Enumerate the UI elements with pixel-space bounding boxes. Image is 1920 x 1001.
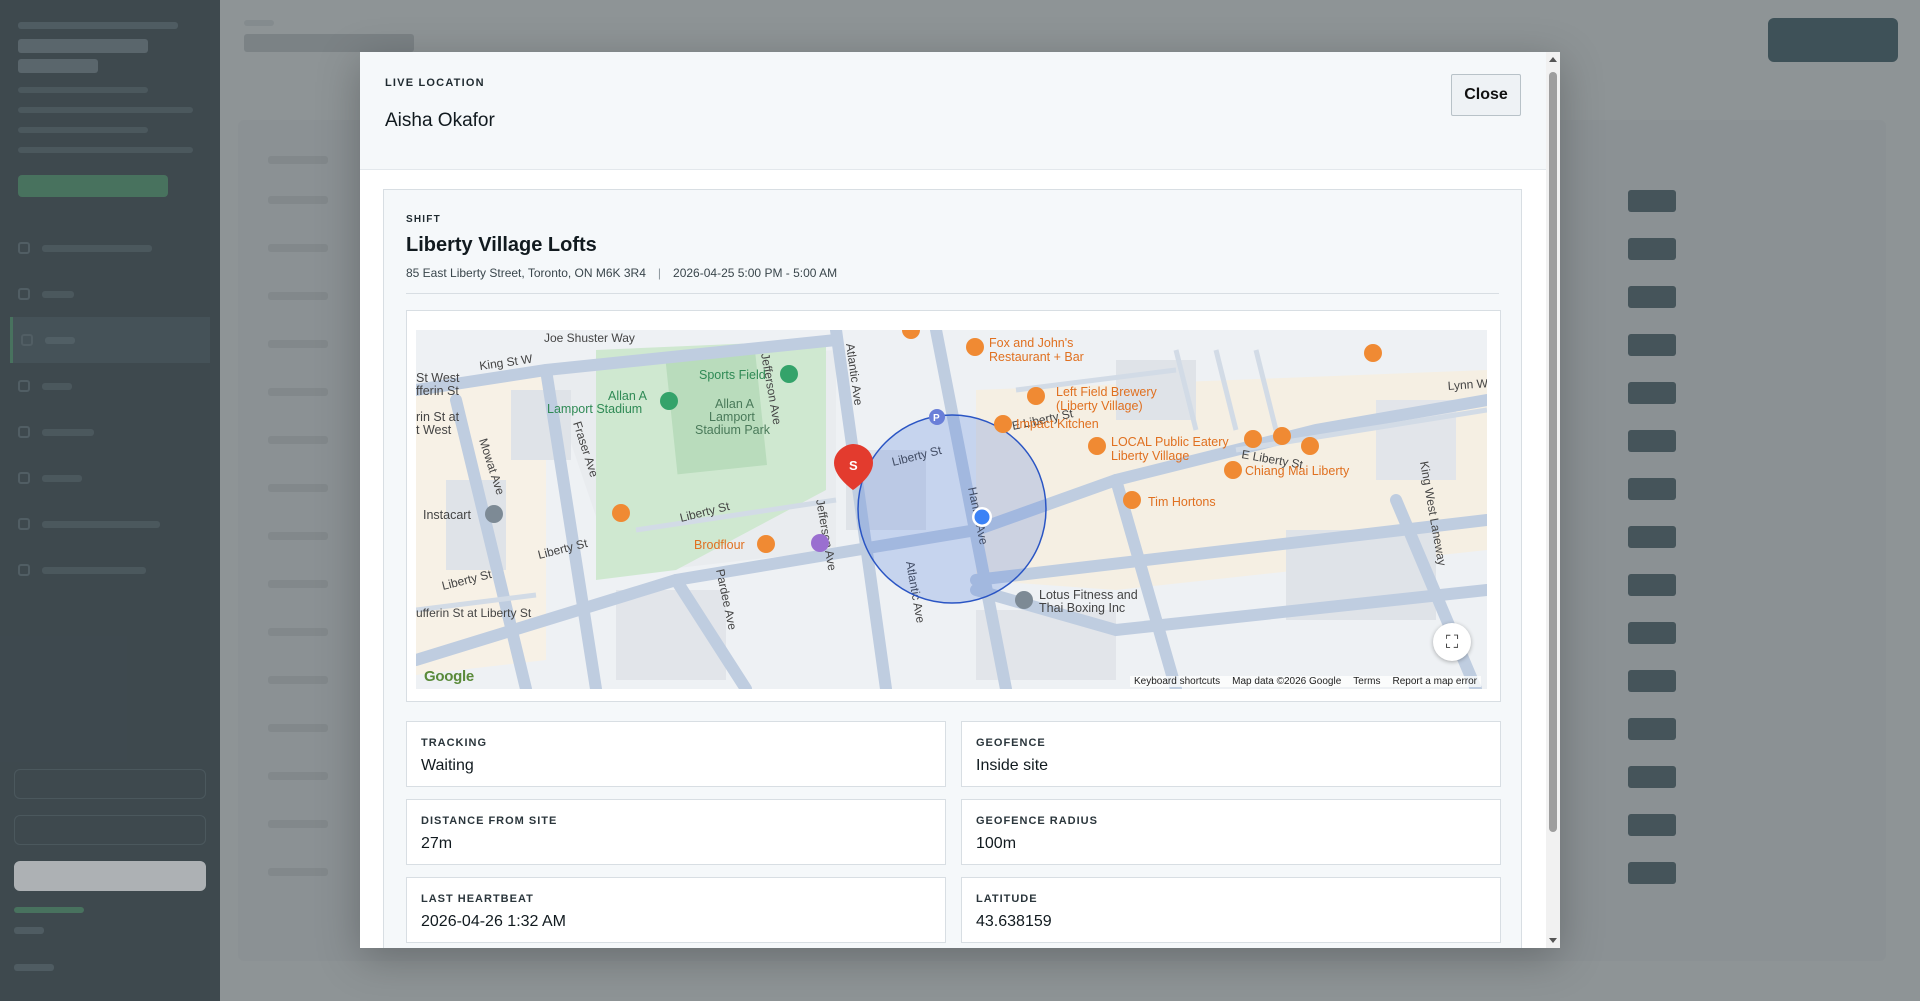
map-container: Joe Shuster Way King St W Lynn Williams … bbox=[406, 310, 1501, 702]
poi-tim-hortons-icon[interactable] bbox=[1123, 491, 1141, 509]
label-left-field: Left Field Brewery (Liberty Village) bbox=[1056, 385, 1157, 413]
shift-details: 85 East Liberty Street, Toronto, ON M6K … bbox=[406, 266, 837, 280]
shift-time: 2026-04-25 5:00 PM - 5:00 AM bbox=[673, 266, 838, 280]
poi-food-icon[interactable] bbox=[1301, 437, 1319, 455]
label-line: St West bbox=[416, 371, 460, 385]
stat-label: LATITUDE bbox=[976, 893, 1038, 905]
poi-food-icon[interactable] bbox=[612, 504, 630, 522]
label-impact-kitchen: Impact Kitchen bbox=[1016, 417, 1099, 431]
label-line: Allan A bbox=[715, 397, 755, 411]
poi-fox-john-icon[interactable] bbox=[966, 338, 984, 356]
label-fox-john: Fox and John's Restaurant + Bar bbox=[989, 336, 1084, 364]
map-data-attribution: Map data ©2026 Google bbox=[1232, 676, 1342, 687]
modal-scrollbar[interactable] bbox=[1546, 52, 1560, 948]
label-line: Fox and John's bbox=[989, 336, 1073, 350]
label-line: LOCAL Public Eatery bbox=[1111, 435, 1229, 449]
poi-brodflour-icon[interactable] bbox=[757, 535, 775, 553]
map-canvas[interactable]: Joe Shuster Way King St W Lynn Williams … bbox=[416, 330, 1487, 689]
map-label-dufferin-liberty: ufferin St at Liberty St bbox=[416, 606, 532, 620]
modal-eyebrow: LIVE LOCATION bbox=[385, 77, 485, 89]
label-lotus-fitness: Lotus Fitness and Thai Boxing Inc bbox=[1039, 588, 1138, 615]
stat-value: 43.638159 bbox=[976, 913, 1052, 930]
label-line: Left Field Brewery bbox=[1056, 385, 1157, 399]
poi-left-field-icon[interactable] bbox=[1027, 387, 1045, 405]
poi-local-eatery-icon[interactable] bbox=[1088, 437, 1106, 455]
live-location-modal: LIVE LOCATION Aisha Okafor Close SHIFT L… bbox=[360, 52, 1560, 948]
poi-sports-field-icon[interactable] bbox=[780, 365, 798, 383]
shift-eyebrow: SHIFT bbox=[406, 214, 441, 225]
label-line: Thai Boxing Inc bbox=[1039, 601, 1125, 615]
label-line: Liberty Village bbox=[1111, 449, 1189, 463]
label-line: Lotus Fitness and bbox=[1039, 588, 1138, 602]
google-logo[interactable]: Google bbox=[424, 668, 474, 685]
stat-latitude: LATITUDE 43.638159 bbox=[961, 877, 1501, 943]
label-line: t West bbox=[416, 423, 452, 437]
stat-label: TRACKING bbox=[421, 737, 488, 749]
shift-separator: | bbox=[657, 266, 662, 280]
modal-header: LIVE LOCATION Aisha Okafor Close bbox=[360, 52, 1546, 170]
stat-tracking: TRACKING Waiting bbox=[406, 721, 946, 787]
label-line: fferin St bbox=[416, 384, 459, 398]
poi-instacart-icon[interactable] bbox=[485, 505, 503, 523]
poi-cafe-icon[interactable] bbox=[1364, 344, 1382, 362]
geofence-circle bbox=[857, 414, 1047, 604]
stat-value: Waiting bbox=[421, 757, 474, 774]
label-tim-hortons: Tim Hortons bbox=[1148, 495, 1216, 509]
stat-heartbeat: LAST HEARTBEAT 2026-04-26 1:32 AM bbox=[406, 877, 946, 943]
stat-value: 27m bbox=[421, 835, 453, 852]
stat-label: DISTANCE FROM SITE bbox=[421, 815, 558, 827]
map[interactable]: Joe Shuster Way King St W Lynn Williams … bbox=[416, 330, 1487, 689]
stat-label: GEOFENCE RADIUS bbox=[976, 815, 1098, 827]
parking-label: P bbox=[933, 413, 940, 424]
label-chiang-mai: Chiang Mai Liberty bbox=[1245, 464, 1350, 478]
stat-radius: GEOFENCE RADIUS 100m bbox=[961, 799, 1501, 865]
label-line: rin St at bbox=[416, 410, 460, 424]
stat-label: GEOFENCE bbox=[976, 737, 1046, 749]
map-label-joe-shuster: Joe Shuster Way bbox=[544, 331, 635, 345]
label-brodflour: Brodflour bbox=[694, 538, 745, 552]
label-line: (Liberty Village) bbox=[1056, 399, 1143, 413]
label-line: Restaurant + Bar bbox=[989, 350, 1084, 364]
label-line: Stadium Park bbox=[695, 423, 771, 437]
report-error-link[interactable]: Report a map error bbox=[1393, 676, 1477, 687]
label-instacart: Instacart bbox=[423, 508, 471, 522]
stat-label: LAST HEARTBEAT bbox=[421, 893, 534, 905]
poi-stadium-icon[interactable] bbox=[660, 392, 678, 410]
label-line: Lamport Stadium bbox=[547, 402, 642, 416]
shift-address: 85 East Liberty Street, Toronto, ON M6K … bbox=[406, 266, 646, 280]
modal-title: Aisha Okafor bbox=[385, 110, 495, 131]
close-button[interactable]: Close bbox=[1451, 74, 1521, 116]
map-footer: Keyboard shortcuts Map data ©2026 Google… bbox=[1129, 676, 1481, 687]
shift-title: Liberty Village Lofts bbox=[406, 234, 597, 256]
poi-purple-icon[interactable] bbox=[811, 534, 829, 552]
site-pin-label: S bbox=[849, 458, 858, 473]
poi-impact-kitchen-icon[interactable] bbox=[994, 415, 1012, 433]
divider bbox=[406, 293, 1499, 294]
stat-value: Inside site bbox=[976, 757, 1049, 774]
stat-value: 2026-04-26 1:32 AM bbox=[421, 913, 566, 930]
poi-lotus-fitness-icon[interactable] bbox=[1015, 591, 1033, 609]
stat-distance: DISTANCE FROM SITE 27m bbox=[406, 799, 946, 865]
poi-food-icon[interactable] bbox=[1273, 427, 1291, 445]
stat-value: 100m bbox=[976, 835, 1017, 852]
shift-card: SHIFT Liberty Village Lofts 85 East Libe… bbox=[383, 189, 1522, 948]
fullscreen-toggle-icon[interactable]: ⛶ bbox=[1433, 623, 1471, 661]
keyboard-shortcuts-link[interactable]: Keyboard shortcuts bbox=[1134, 676, 1220, 687]
label-st-west: St West fferin St bbox=[416, 371, 460, 398]
label-line: Lamport bbox=[709, 410, 755, 424]
poi-cocktail-icon[interactable] bbox=[1244, 430, 1262, 448]
scrollbar-thumb[interactable] bbox=[1549, 72, 1557, 832]
terms-link[interactable]: Terms bbox=[1353, 676, 1380, 687]
guard-location-dot[interactable] bbox=[974, 509, 990, 525]
label-sports-field: Sports Field bbox=[699, 368, 766, 382]
scroll-up-icon[interactable] bbox=[1549, 57, 1557, 62]
label-line: Allan A bbox=[608, 389, 648, 403]
stat-geofence: GEOFENCE Inside site bbox=[961, 721, 1501, 787]
google-logo-text: Google bbox=[424, 668, 474, 685]
poi-chiang-mai-icon[interactable] bbox=[1224, 461, 1242, 479]
scroll-down-icon[interactable] bbox=[1549, 938, 1557, 943]
